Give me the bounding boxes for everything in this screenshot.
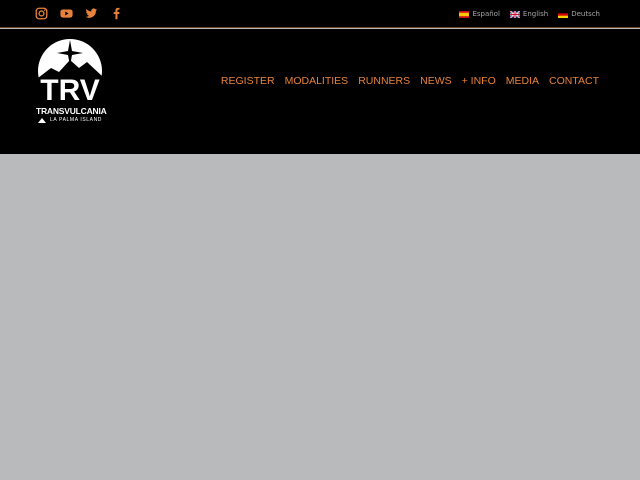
instagram-icon[interactable] bbox=[34, 6, 48, 20]
lang-german[interactable]: Deutsch bbox=[558, 10, 600, 18]
logo-monogram: TRV bbox=[40, 74, 99, 104]
nav-runners[interactable]: RUNNERS bbox=[358, 75, 410, 87]
logo-subtitle-text: LA PALMA ISLAND bbox=[50, 117, 102, 123]
spain-flag-icon bbox=[459, 10, 470, 18]
lang-english[interactable]: English bbox=[509, 10, 549, 18]
site-logo[interactable]: TRV TRANSVULCANIA LA PALMA ISLAND bbox=[36, 38, 107, 128]
mountain-icon bbox=[38, 118, 46, 123]
nav-modalities[interactable]: MODALITIES bbox=[285, 75, 349, 87]
uk-flag-icon bbox=[509, 10, 520, 18]
lang-label: Español bbox=[472, 10, 500, 18]
logo-emblem-icon: TRV bbox=[38, 39, 102, 104]
content-area bbox=[0, 158, 640, 480]
mountain-silhouette bbox=[0, 128, 640, 153]
main-nav: REGISTER MODALITIES RUNNERS NEWS + INFO … bbox=[211, 75, 599, 87]
twitter-icon[interactable] bbox=[84, 6, 98, 20]
social-links bbox=[34, 6, 134, 20]
logo-subtitle: LA PALMA ISLAND bbox=[36, 117, 104, 123]
lang-label: Deutsch bbox=[571, 10, 600, 18]
germany-flag-icon bbox=[558, 10, 569, 18]
logo-brand: TRANSVULCANIA bbox=[36, 106, 107, 116]
lang-spanish[interactable]: Español bbox=[459, 10, 500, 18]
nav-news[interactable]: NEWS bbox=[420, 75, 452, 87]
facebook-icon[interactable] bbox=[109, 6, 123, 20]
nav-media[interactable]: MEDIA bbox=[506, 75, 539, 87]
nav-register[interactable]: REGISTER bbox=[221, 75, 275, 87]
lang-label: English bbox=[522, 10, 549, 18]
language-selector: Español English Deutsch bbox=[449, 10, 600, 18]
nav-info[interactable]: + INFO bbox=[462, 75, 496, 87]
youtube-icon[interactable] bbox=[59, 6, 73, 20]
nav-contact[interactable]: CONTACT bbox=[549, 75, 599, 87]
top-bar: Español English Deutsch bbox=[0, 0, 640, 28]
